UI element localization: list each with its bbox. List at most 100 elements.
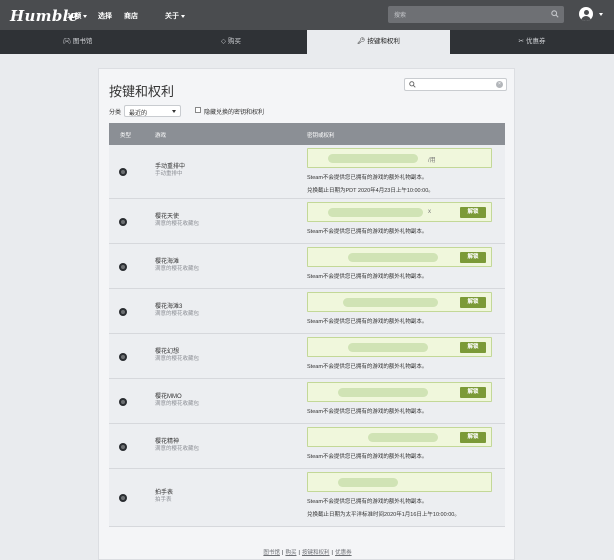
bundle-link[interactable]: 满意的樱花收藏包: [155, 444, 199, 452]
keys-table-body: 手动重排中 手动重排中/用 Steam不会提供您已拥有的游戏的额外礼物副本。 兑换截止…: [109, 145, 505, 527]
footer-separator: |: [298, 550, 301, 556]
keys-panel: 按键和权利 × 分类 最近的 隐藏兑换的密钥和权利 类型 游戏 密钥或权利 手动…: [98, 68, 515, 560]
page-title: 按键和权利: [109, 84, 175, 99]
footer-links: 图书馆 | 购买 | 按键和权利 | 优惠券: [99, 548, 516, 556]
bundle-link[interactable]: 满意的樱花收藏包: [155, 309, 199, 317]
footer-separator: |: [331, 550, 334, 556]
redacted-key: [368, 433, 438, 442]
bundle-link[interactable]: 满意的樱花收藏包: [155, 399, 199, 407]
expiry-note: 兑换截止日期为PDT 2020年4月23日上午10:00:00。: [307, 188, 434, 194]
nav-store[interactable]: 商店: [124, 11, 138, 21]
footer-separator: |: [281, 550, 284, 556]
key-field[interactable]: /用: [307, 148, 492, 168]
key-field[interactable]: 解锁: [307, 382, 492, 402]
redacted-key: [338, 388, 428, 397]
steam-icon: [119, 494, 127, 502]
bundle-link[interactable]: 满意的樱花收藏包: [155, 354, 199, 362]
gift-copy-note: Steam不会提供您已拥有的游戏的额外礼物副本。: [307, 229, 428, 235]
redeem-button[interactable]: 解锁: [460, 342, 486, 353]
key-field[interactable]: 解锁: [307, 292, 492, 312]
tab-coupons[interactable]: ✂ 优惠券: [450, 30, 614, 54]
chevron-down-icon[interactable]: [599, 13, 603, 16]
key-field[interactable]: x 解锁: [307, 202, 492, 222]
key-suffix: /用: [428, 158, 436, 164]
gift-copy-note: Steam不会提供您已拥有的游戏的额外礼物副本。: [307, 274, 428, 280]
account-tabbar: 🎮︎ 图书馆 ◇ 购买 🔑︎ 按键和权利 ✂ 优惠券: [0, 30, 614, 54]
tab-keys[interactable]: 🔑︎ 按键和权利: [307, 30, 450, 54]
search-icon: [409, 81, 416, 88]
tab-purchases[interactable]: ◇ 购买: [155, 30, 307, 54]
gift-copy-note: Steam不会提供您已拥有的游戏的额外礼物副本。: [307, 409, 428, 415]
search-icon: [551, 10, 559, 18]
top-header: Humble 11额 选择 商店 关于 搜索: [0, 0, 614, 30]
sort-select[interactable]: 最近的: [124, 105, 181, 117]
redacted-key: [338, 478, 398, 487]
bundle-link[interactable]: 手动重排中: [155, 169, 183, 177]
chevron-down-icon: [172, 110, 176, 113]
table-row: 樱花天使 满意的樱花收藏包 x 解锁 Steam不会提供您已拥有的游戏的额外礼物副本。: [109, 199, 505, 244]
bundle-link[interactable]: 拍手表: [155, 495, 172, 503]
footer-link-coupons[interactable]: 优惠券: [335, 550, 352, 556]
redacted-key: [328, 208, 423, 217]
table-row: 樱花海滩3 满意的樱花收藏包 解锁 Steam不会提供您已拥有的游戏的额外礼物副本。: [109, 289, 505, 334]
avatar[interactable]: [579, 7, 593, 21]
redeem-button[interactable]: 解锁: [460, 387, 486, 398]
footer-link-keys[interactable]: 按键和权利: [302, 550, 330, 556]
clear-icon[interactable]: ×: [496, 81, 503, 88]
tag-icon: ◇: [221, 38, 226, 45]
steam-icon: [119, 353, 127, 361]
redeem-button[interactable]: 解锁: [460, 207, 486, 218]
nav-choice-label: 选择: [98, 13, 112, 20]
footer-link-purchases[interactable]: 购买: [285, 550, 296, 556]
hide-redeemed-checkbox[interactable]: [195, 107, 201, 113]
key-field[interactable]: 解锁: [307, 247, 492, 267]
table-row: 手动重排中 手动重排中/用 Steam不会提供您已拥有的游戏的额外礼物副本。 兑换截止…: [109, 145, 505, 199]
keys-search-input[interactable]: ×: [404, 78, 507, 91]
table-row: 樱花精神 满意的樱花收藏包 解锁 Steam不会提供您已拥有的游戏的额外礼物副本。: [109, 424, 505, 469]
gift-copy-note: Steam不会提供您已拥有的游戏的额外礼物副本。: [307, 454, 428, 460]
steam-icon: [119, 398, 127, 406]
steam-icon: [119, 308, 127, 316]
bundle-link[interactable]: 满意的樱花收藏包: [155, 219, 199, 227]
key-field[interactable]: 解锁: [307, 337, 492, 357]
sort-label: 分类: [109, 110, 122, 116]
redeem-button[interactable]: 解锁: [460, 432, 486, 443]
gift-copy-note: Steam不会提供您已拥有的游戏的额外礼物副本。: [307, 499, 428, 505]
footer-link-library[interactable]: 图书馆: [263, 550, 280, 556]
key-suffix: x: [428, 209, 431, 215]
nav-choice[interactable]: 选择: [98, 11, 112, 21]
nav-bundles[interactable]: 11额: [67, 11, 88, 21]
hide-redeemed-label[interactable]: 隐藏兑换的密钥和权利: [204, 107, 264, 116]
redacted-key: [343, 298, 438, 307]
gift-copy-note: Steam不会提供您已拥有的游戏的额外礼物副本。: [307, 175, 428, 181]
key-icon: 🔑︎: [357, 38, 366, 45]
table-row: 拍手表 拍手表 Steam不会提供您已拥有的游戏的额外礼物副本。 兑换截止日期为太平洋…: [109, 469, 505, 527]
column-header-key: 密钥或权利: [307, 133, 335, 139]
steam-icon: [119, 168, 127, 176]
gamepad-icon: 🎮︎: [62, 38, 71, 45]
nav-store-label: 商店: [124, 13, 138, 20]
chevron-down-icon: [181, 14, 185, 18]
table-row: 樱花MMO 满意的樱花收藏包 解锁 Steam不会提供您已拥有的游戏的额外礼物副本。: [109, 379, 505, 424]
tab-coupons-label: 优惠券: [525, 38, 546, 45]
table-header: 类型 游戏 密钥或权利: [109, 123, 505, 145]
key-field[interactable]: [307, 472, 492, 492]
search-placeholder: 搜索: [394, 13, 407, 19]
key-field[interactable]: 解锁: [307, 427, 492, 447]
nav-about[interactable]: 关于: [165, 11, 185, 21]
tab-library[interactable]: 🎮︎ 图书馆: [0, 30, 155, 54]
steam-icon: [119, 218, 127, 226]
redacted-key: [348, 343, 428, 352]
site-search-input[interactable]: 搜索: [388, 6, 564, 23]
table-row: 樱花海滩 满意的樱花收藏包 解锁 Steam不会提供您已拥有的游戏的额外礼物副本。: [109, 244, 505, 289]
redacted-key: [328, 154, 418, 163]
gift-copy-note: Steam不会提供您已拥有的游戏的额外礼物副本。: [307, 364, 428, 370]
nav-about-label: 关于: [165, 13, 179, 20]
tab-library-label: 图书馆: [72, 38, 93, 45]
nav-bundles-label: 11额: [67, 13, 82, 20]
redeem-button[interactable]: 解锁: [460, 252, 486, 263]
redeem-button[interactable]: 解锁: [460, 297, 486, 308]
chevron-down-icon: [83, 14, 88, 18]
bundle-link[interactable]: 满意的樱花收藏包: [155, 264, 199, 272]
filter-bar: 分类 最近的 隐藏兑换的密钥和权利: [109, 105, 489, 117]
